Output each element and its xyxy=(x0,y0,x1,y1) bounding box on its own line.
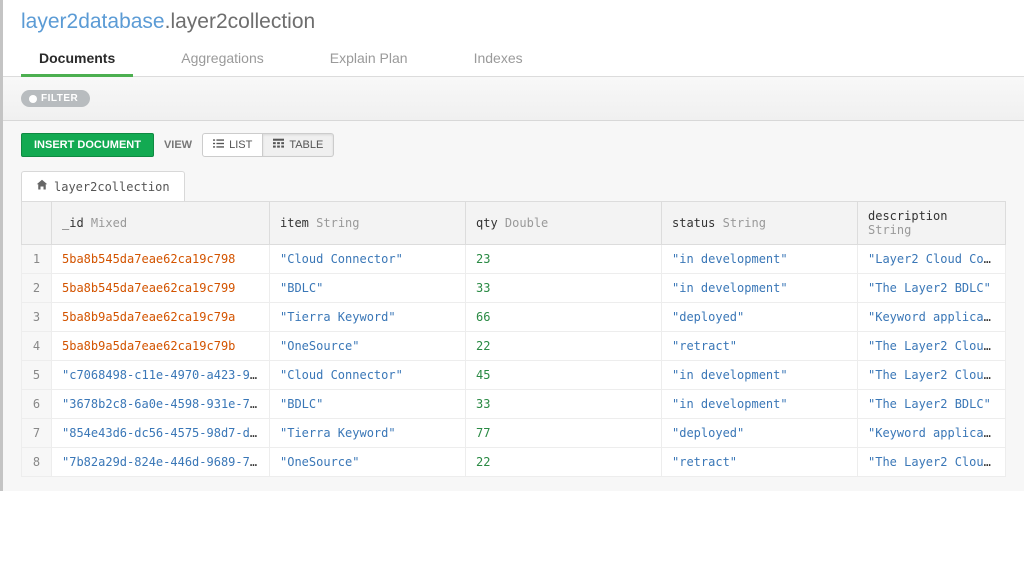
table-container: layer2collection _id Mixed item String q… xyxy=(3,157,1024,491)
row-number: 6 xyxy=(22,390,52,419)
cell-id[interactable]: 5ba8b9a5da7eae62ca19c79a xyxy=(52,303,270,332)
cell-item[interactable]: "Cloud Connector" xyxy=(270,245,466,274)
cell-description[interactable]: "The Layer2 BDLC" xyxy=(858,390,1006,419)
cell-id[interactable]: 5ba8b545da7eae62ca19c798 xyxy=(52,245,270,274)
cell-description[interactable]: "Keyword application from La xyxy=(858,303,1006,332)
view-table-button[interactable]: TABLE xyxy=(263,133,334,157)
cell-status[interactable]: "deployed" xyxy=(662,419,858,448)
cell-qty[interactable]: 66 xyxy=(466,303,662,332)
list-icon xyxy=(213,138,224,152)
column-item[interactable]: item String xyxy=(270,202,466,245)
row-number: 7 xyxy=(22,419,52,448)
cell-status[interactable]: "deployed" xyxy=(662,303,858,332)
row-number: 1 xyxy=(22,245,52,274)
table-row[interactable]: 5"c7068498-c11e-4970-a423-9334ef"Cloud C… xyxy=(22,361,1006,390)
cell-id[interactable]: "3678b2c8-6a0e-4598-931e-7f5e0e xyxy=(52,390,270,419)
view-list-button[interactable]: LIST xyxy=(202,133,263,157)
filter-button[interactable]: FILTER xyxy=(21,90,90,107)
cell-description[interactable]: "The Layer2 Cloud" xyxy=(858,332,1006,361)
cell-id[interactable]: "c7068498-c11e-4970-a423-9334ef xyxy=(52,361,270,390)
tab-explain-plan[interactable]: Explain Plan xyxy=(312,42,426,76)
cell-description[interactable]: "Layer2 Cloud Connector" xyxy=(858,245,1006,274)
cell-qty[interactable]: 45 xyxy=(466,361,662,390)
view-table-label: TABLE xyxy=(289,139,323,151)
table-row[interactable]: 15ba8b545da7eae62ca19c798"Cloud Connecto… xyxy=(22,245,1006,274)
cell-item[interactable]: "Cloud Connector" xyxy=(270,361,466,390)
filter-bar: FILTER xyxy=(3,77,1024,121)
row-number: 5 xyxy=(22,361,52,390)
cell-status[interactable]: "in development" xyxy=(662,274,858,303)
table-row[interactable]: 7"854e43d6-dc56-4575-98d7-dc1056"Tierra … xyxy=(22,419,1006,448)
cell-item[interactable]: "Tierra Keyword" xyxy=(270,419,466,448)
cell-item[interactable]: "OneSource" xyxy=(270,332,466,361)
filter-input[interactable] xyxy=(98,87,1006,110)
cell-description[interactable]: "The Layer2 Cloud" xyxy=(858,448,1006,477)
cell-description[interactable]: "The Layer2 Cloud Connector" xyxy=(858,361,1006,390)
tab-indexes[interactable]: Indexes xyxy=(456,42,541,76)
row-number: 4 xyxy=(22,332,52,361)
cell-description[interactable]: "Keyword application from La xyxy=(858,419,1006,448)
filter-button-label: FILTER xyxy=(41,93,78,104)
column-qty[interactable]: qty Double xyxy=(466,202,662,245)
cell-item[interactable]: "BDLC" xyxy=(270,390,466,419)
cell-status[interactable]: "retract" xyxy=(662,332,858,361)
view-toggle-group: LIST TABLE xyxy=(202,133,334,157)
cell-status[interactable]: "in development" xyxy=(662,361,858,390)
table-icon xyxy=(273,138,284,152)
column-status[interactable]: status String xyxy=(662,202,858,245)
row-number: 3 xyxy=(22,303,52,332)
table-row[interactable]: 45ba8b9a5da7eae62ca19c79b"OneSource"22"r… xyxy=(22,332,1006,361)
cell-qty[interactable]: 23 xyxy=(466,245,662,274)
collection-tab-label: layer2collection xyxy=(54,180,170,194)
collection-tab[interactable]: layer2collection xyxy=(21,171,185,201)
cell-id[interactable]: "7b82a29d-824e-446d-9689-7b7cc2 xyxy=(52,448,270,477)
breadcrumb-collection: .layer2collection xyxy=(165,10,316,33)
breadcrumb-database[interactable]: layer2database xyxy=(21,10,165,33)
toolbar: INSERT DOCUMENT VIEW LIST TABLE xyxy=(3,121,1024,157)
view-label: VIEW xyxy=(164,139,192,151)
cell-id[interactable]: 5ba8b545da7eae62ca19c799 xyxy=(52,274,270,303)
table-row[interactable]: 25ba8b545da7eae62ca19c799"BDLC"33"in dev… xyxy=(22,274,1006,303)
row-number: 8 xyxy=(22,448,52,477)
cell-qty[interactable]: 33 xyxy=(466,390,662,419)
cell-item[interactable]: "OneSource" xyxy=(270,448,466,477)
breadcrumb: layer2database.layer2collection xyxy=(3,0,1024,42)
home-icon xyxy=(36,179,48,194)
insert-document-button[interactable]: INSERT DOCUMENT xyxy=(21,133,154,157)
column-id[interactable]: _id Mixed xyxy=(52,202,270,245)
tabs: Documents Aggregations Explain Plan Inde… xyxy=(3,42,1024,77)
cell-status[interactable]: "retract" xyxy=(662,448,858,477)
cell-id[interactable]: "854e43d6-dc56-4575-98d7-dc1056 xyxy=(52,419,270,448)
cell-item[interactable]: "Tierra Keyword" xyxy=(270,303,466,332)
cell-description[interactable]: "The Layer2 BDLC" xyxy=(858,274,1006,303)
cell-qty[interactable]: 33 xyxy=(466,274,662,303)
cell-item[interactable]: "BDLC" xyxy=(270,274,466,303)
tab-aggregations[interactable]: Aggregations xyxy=(163,42,282,76)
table-row[interactable]: 8"7b82a29d-824e-446d-9689-7b7cc2"OneSour… xyxy=(22,448,1006,477)
cell-qty[interactable]: 77 xyxy=(466,419,662,448)
documents-table: _id Mixed item String qty Double status … xyxy=(21,201,1006,477)
cell-qty[interactable]: 22 xyxy=(466,448,662,477)
cell-id[interactable]: 5ba8b9a5da7eae62ca19c79b xyxy=(52,332,270,361)
table-row[interactable]: 6"3678b2c8-6a0e-4598-931e-7f5e0e"BDLC"33… xyxy=(22,390,1006,419)
filter-dot-icon xyxy=(29,95,37,103)
view-list-label: LIST xyxy=(229,139,252,151)
tab-documents[interactable]: Documents xyxy=(21,42,133,76)
row-number: 2 xyxy=(22,274,52,303)
column-description[interactable]: description String xyxy=(858,202,1006,245)
table-row[interactable]: 35ba8b9a5da7eae62ca19c79a"Tierra Keyword… xyxy=(22,303,1006,332)
column-rownum xyxy=(22,202,52,245)
cell-status[interactable]: "in development" xyxy=(662,390,858,419)
cell-status[interactable]: "in development" xyxy=(662,245,858,274)
cell-qty[interactable]: 22 xyxy=(466,332,662,361)
